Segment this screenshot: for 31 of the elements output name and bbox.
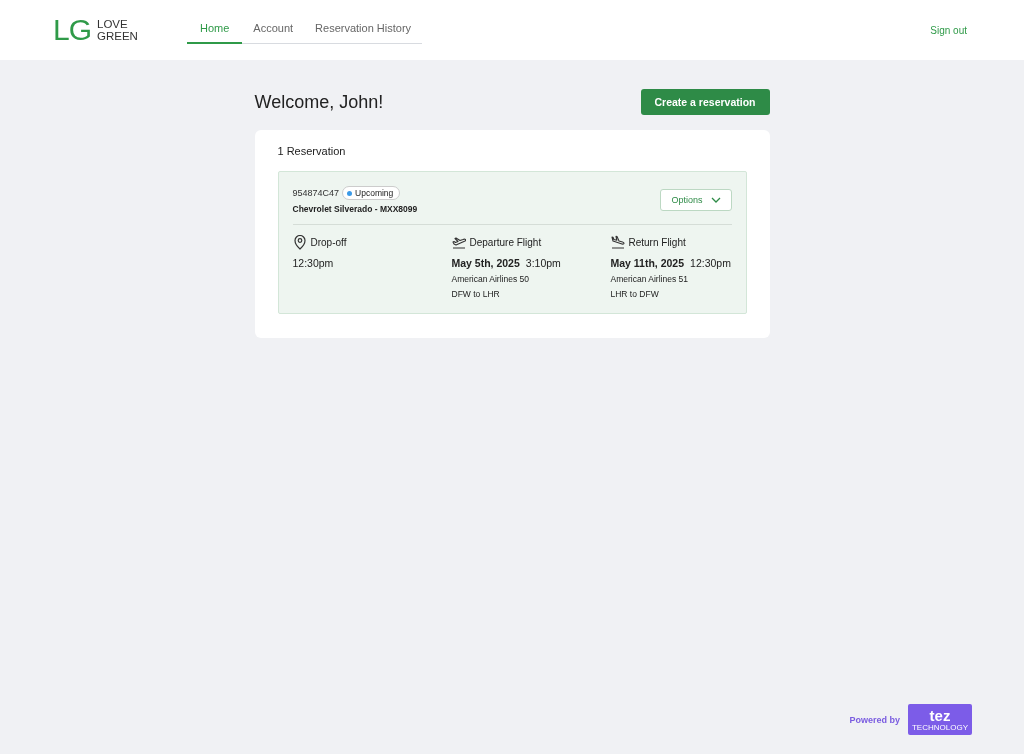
welcome-heading: Welcome, John! — [254, 91, 384, 113]
options-button[interactable]: Options — [660, 189, 732, 211]
section-title: Drop-off — [310, 237, 347, 248]
location-pin-icon — [292, 235, 307, 250]
chevron-down-icon — [710, 197, 721, 203]
powered-by-text: Powered by — [849, 714, 900, 725]
time-text: 12:30pm — [690, 257, 731, 269]
nav-tab[interactable]: Reservation History — [304, 22, 423, 43]
reservation-code: 954874C47 — [292, 188, 340, 198]
time-text: 3:10pm — [525, 257, 561, 269]
plane-takeoff-icon — [451, 235, 466, 250]
create-reservation-button[interactable]: Create a reservation — [640, 89, 770, 115]
flight-route: LHR to DFW — [610, 289, 660, 299]
logo-text: LOVE GREEN — [97, 18, 138, 42]
status-badge: Upcoming — [342, 186, 401, 200]
reservation-count: 1 Reservation — [277, 145, 347, 157]
section-title: Departure Flight — [469, 237, 542, 248]
time-text: 12:30pm — [292, 257, 334, 269]
vehicle-name: Chevrolet Silverado - MXX8099 — [292, 204, 418, 214]
flight-number: American Airlines 51 — [610, 274, 689, 284]
flight-route: DFW to LHR — [451, 289, 501, 299]
section-title: Return Flight — [628, 237, 686, 248]
flight-date: May 5th, 2025 — [451, 257, 520, 269]
plane-landing-icon — [610, 235, 625, 250]
tez-logo: tez TECHNOLOGY — [908, 704, 972, 735]
flight-date: May 11th, 2025 — [610, 257, 685, 269]
flight-number: American Airlines 50 — [451, 274, 530, 284]
nav-tab[interactable]: Account — [242, 22, 305, 43]
logo-mark: LG — [53, 15, 92, 45]
nav-tab[interactable]: Home — [187, 22, 243, 44]
sign-out-link[interactable]: Sign out — [930, 24, 967, 36]
